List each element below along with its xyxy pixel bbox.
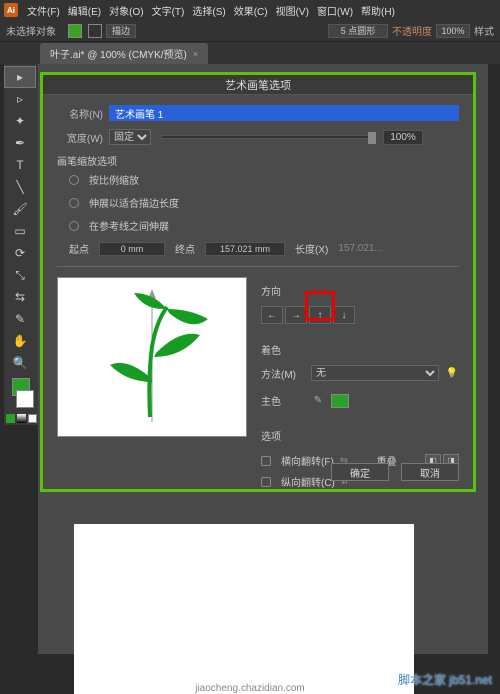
radio-proportional[interactable]: [69, 175, 79, 185]
direction-right-button[interactable]: →: [285, 306, 307, 324]
method-label: 方法(M): [261, 366, 305, 381]
flip-h-checkbox[interactable]: [261, 456, 271, 466]
opt-stretch-guides: 在参考线之间伸展: [89, 218, 169, 233]
shape-tool-icon[interactable]: ▭: [4, 220, 36, 242]
background-swatch[interactable]: [16, 390, 34, 408]
zoom-tool-icon[interactable]: 🔍: [4, 352, 36, 374]
length-label: 长度(X): [295, 241, 328, 256]
ok-button[interactable]: 确定: [331, 463, 389, 481]
menu-bar: Ai 文件(F) 编辑(E) 对象(O) 文字(T) 选择(S) 效果(C) 视…: [0, 0, 500, 20]
options-header: 选项: [261, 428, 459, 443]
radio-stretch-guides[interactable]: [69, 221, 79, 231]
tip-icon[interactable]: 💡: [445, 366, 459, 380]
watermark-text: 脚本之家 jb51.net: [398, 671, 492, 688]
flip-v-label: 纵向翻转(C): [281, 474, 335, 489]
direction-down-button[interactable]: ↓: [333, 306, 355, 324]
hand-tool-icon[interactable]: ✋: [4, 330, 36, 352]
rotate-tool-icon[interactable]: ⟳: [4, 242, 36, 264]
fill-swatch[interactable]: [68, 24, 82, 38]
menu-effect[interactable]: 效果(C): [231, 2, 271, 19]
brush-preview: [57, 277, 247, 437]
name-label: 名称(N): [57, 106, 103, 121]
flip-v-checkbox[interactable]: [261, 477, 271, 487]
cancel-button[interactable]: 取消: [401, 463, 459, 481]
brush-tool-icon[interactable]: 🖌: [4, 198, 36, 220]
art-brush-options-dialog: 艺术画笔选项 名称(N) 艺术画笔 1 宽度(W) 固定 100% 画笔缩放选项…: [40, 72, 476, 492]
direction-left-button[interactable]: ←: [261, 306, 283, 324]
width-mode-select[interactable]: 固定: [109, 129, 151, 145]
selection-status: 未选择对象: [6, 23, 56, 38]
stroke-label[interactable]: 描边: [106, 24, 136, 38]
menu-object[interactable]: 对象(O): [106, 2, 146, 19]
opacity-value[interactable]: 100%: [436, 24, 470, 38]
menu-view[interactable]: 视图(V): [273, 2, 312, 19]
name-input[interactable]: 艺术画笔 1: [109, 105, 459, 121]
radio-stretch-fit[interactable]: [69, 198, 79, 208]
close-icon[interactable]: ×: [193, 49, 198, 59]
type-tool-icon[interactable]: T: [4, 154, 36, 176]
brush-picker[interactable]: 5 点圆形: [328, 24, 388, 38]
line-tool-icon[interactable]: ╲: [4, 176, 36, 198]
selection-tool-icon[interactable]: ▸: [4, 66, 36, 88]
flip-h-label: 横向翻转(F): [281, 453, 334, 468]
style-label: 样式: [474, 23, 494, 38]
control-bar: 未选择对象 描边 5 点圆形 不透明度 100% 样式: [0, 20, 500, 42]
opacity-label: 不透明度: [392, 23, 432, 38]
magic-wand-tool-icon[interactable]: ✦: [4, 110, 36, 132]
scale-tool-icon[interactable]: ⤡: [4, 264, 36, 286]
menu-edit[interactable]: 编辑(E): [65, 2, 104, 19]
stroke-swatch[interactable]: [88, 24, 102, 38]
start-label: 起点: [69, 241, 89, 256]
dialog-title: 艺术画笔选项: [43, 75, 473, 95]
length-value: 157.021...: [338, 243, 382, 254]
menu-select[interactable]: 选择(S): [189, 2, 228, 19]
app-logo: Ai: [4, 3, 18, 17]
method-select[interactable]: 无: [311, 365, 439, 381]
end-label: 终点: [175, 241, 195, 256]
direct-select-tool-icon[interactable]: ▹: [4, 88, 36, 110]
width-label: 宽度(W): [57, 130, 103, 145]
menu-window[interactable]: 窗口(W): [314, 2, 356, 19]
eyedropper-icon[interactable]: ✎: [311, 394, 325, 408]
main-color-swatch[interactable]: [331, 394, 349, 408]
scale-options-header: 画笔缩放选项: [57, 153, 459, 168]
artboard: [74, 524, 414, 694]
eyedropper-tool-icon[interactable]: ✎: [4, 308, 36, 330]
main-color-label: 主色: [261, 393, 305, 408]
color-mode-swatches[interactable]: [4, 414, 38, 423]
width-percent[interactable]: 100%: [383, 130, 423, 145]
direction-up-button[interactable]: ↑: [309, 306, 331, 324]
end-input[interactable]: 157.021 mm: [205, 242, 285, 256]
start-input[interactable]: 0 mm: [99, 242, 165, 256]
colorization-header: 着色: [261, 342, 459, 357]
menu-type[interactable]: 文字(T): [149, 2, 188, 19]
watermark-source: jiaocheng.chazidian.com: [195, 683, 305, 694]
tools-panel: ▸ ▹ ✦ ✒ T ╲ 🖌 ▭ ⟳ ⤡ ⇆ ✎ ✋ 🔍: [4, 64, 38, 425]
menu-file[interactable]: 文件(F): [24, 2, 63, 19]
document-tab-title: 叶子.ai* @ 100% (CMYK/预览): [50, 46, 187, 61]
width-slider[interactable]: [161, 135, 373, 139]
direction-header: 方向: [261, 283, 459, 298]
pen-tool-icon[interactable]: ✒: [4, 132, 36, 154]
menu-help[interactable]: 帮助(H): [358, 2, 398, 19]
document-tab[interactable]: 叶子.ai* @ 100% (CMYK/预览) ×: [40, 43, 208, 64]
width-tool-icon[interactable]: ⇆: [4, 286, 36, 308]
opt-proportional: 按比例缩放: [89, 172, 139, 187]
document-tabs: 叶子.ai* @ 100% (CMYK/预览) ×: [0, 42, 500, 64]
opt-stretch-fit: 伸展以适合描边长度: [89, 195, 179, 210]
